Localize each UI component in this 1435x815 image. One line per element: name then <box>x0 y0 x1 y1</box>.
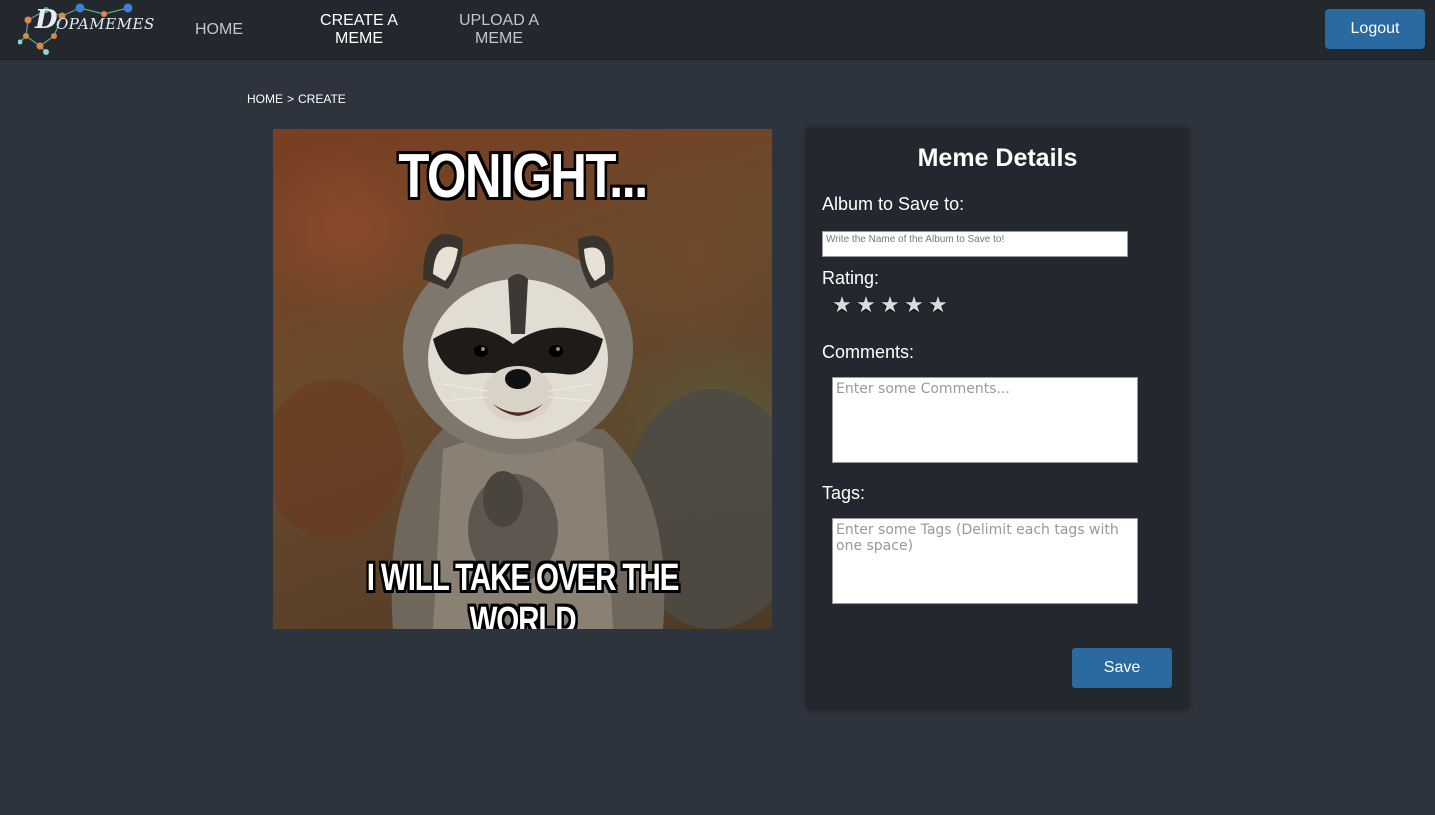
meme-image: TONIGHT... I WILL TAKE OVER THE WORLD <box>273 129 772 629</box>
album-input[interactable] <box>822 231 1128 257</box>
star-icon[interactable]: ★ <box>855 292 877 318</box>
panel-title: Meme Details <box>917 144 1078 172</box>
rating-label: Rating: <box>822 268 880 288</box>
nav-home[interactable]: HOME <box>180 0 258 60</box>
logout-button[interactable]: Logout <box>1325 9 1425 49</box>
nav-create-meme[interactable]: CREATE A MEME <box>305 0 413 60</box>
nav-upload-meme[interactable]: UPLOAD A MEME <box>445 0 553 60</box>
tags-label: Tags: <box>822 483 866 503</box>
album-label: Album to Save to: <box>822 194 965 214</box>
meme-bottom-text: I WILL TAKE OVER THE WORLD <box>366 557 680 629</box>
logo-text: OPAMEMES <box>56 15 155 33</box>
save-button[interactable]: Save <box>1072 648 1172 688</box>
star-icon[interactable]: ★ <box>927 292 949 318</box>
breadcrumb: HOME > CREATE <box>247 92 350 106</box>
breadcrumb-home[interactable]: HOME <box>247 92 283 106</box>
star-icon[interactable]: ★ <box>879 292 901 318</box>
logo-letter: D <box>35 5 58 35</box>
star-icon[interactable]: ★ <box>831 292 853 318</box>
tags-textarea[interactable] <box>832 518 1138 604</box>
star-icon[interactable]: ★ <box>903 292 925 318</box>
meme-details-panel: Meme Details Album to Save to: Rating: ★… <box>806 128 1189 710</box>
comments-label: Comments: <box>822 342 915 362</box>
meme-top-text: TONIGHT... <box>398 142 648 211</box>
breadcrumb-current: CREATE <box>298 92 346 106</box>
rating-stars: ★ ★ ★ ★ ★ <box>831 292 949 318</box>
logo[interactable]: D OPAMEMES <box>18 2 154 58</box>
breadcrumb-separator: > <box>287 92 295 106</box>
comments-textarea[interactable] <box>832 377 1138 463</box>
navbar: D OPAMEMES HOME CREATE A MEME UPLOAD A MEM… <box>0 0 1435 60</box>
